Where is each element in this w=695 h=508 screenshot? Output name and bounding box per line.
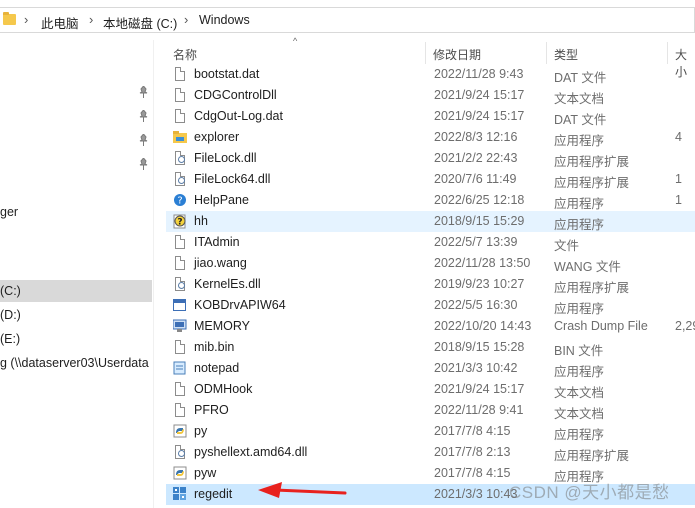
watermark-text: CSDN @天小都是愁 bbox=[509, 483, 670, 502]
annotation-arrow-icon bbox=[258, 482, 347, 498]
